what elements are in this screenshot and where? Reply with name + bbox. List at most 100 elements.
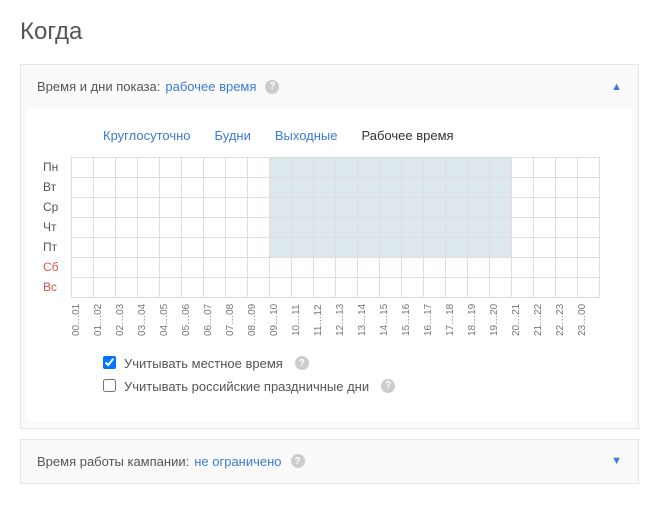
grid-cell[interactable]	[270, 218, 292, 238]
grid-cell[interactable]	[446, 278, 468, 298]
grid-cell[interactable]	[578, 158, 600, 178]
grid-cell[interactable]	[248, 178, 270, 198]
grid-cell[interactable]	[314, 198, 336, 218]
grid-cell[interactable]	[556, 278, 578, 298]
grid-cell[interactable]	[446, 238, 468, 258]
grid-cell[interactable]	[204, 198, 226, 218]
grid-cell[interactable]	[138, 158, 160, 178]
grid-cell[interactable]	[534, 218, 556, 238]
local-time-checkbox[interactable]	[103, 356, 116, 369]
campaign-panel-header[interactable]: Время работы кампании: не ограничено ? ▼	[21, 440, 638, 483]
grid-cell[interactable]	[94, 178, 116, 198]
grid-cell[interactable]	[490, 178, 512, 198]
grid-cell[interactable]	[226, 158, 248, 178]
grid-cell[interactable]	[556, 258, 578, 278]
grid-cell[interactable]	[556, 178, 578, 198]
grid-cell[interactable]	[534, 278, 556, 298]
grid-cell[interactable]	[116, 258, 138, 278]
grid-cell[interactable]	[182, 178, 204, 198]
grid-cell[interactable]	[446, 258, 468, 278]
grid-cell[interactable]	[512, 158, 534, 178]
grid-cell[interactable]	[468, 158, 490, 178]
grid-cell[interactable]	[402, 158, 424, 178]
holidays-checkbox[interactable]	[103, 379, 116, 392]
grid-cell[interactable]	[248, 158, 270, 178]
grid-cell[interactable]	[336, 218, 358, 238]
grid-cell[interactable]	[314, 258, 336, 278]
grid-cell[interactable]	[446, 198, 468, 218]
grid-cell[interactable]	[358, 258, 380, 278]
grid-cell[interactable]	[314, 178, 336, 198]
grid-cell[interactable]	[314, 278, 336, 298]
preset-3[interactable]: Рабочее время	[362, 128, 454, 143]
grid-cell[interactable]	[204, 278, 226, 298]
grid-cell[interactable]	[292, 218, 314, 238]
grid-cell[interactable]	[204, 258, 226, 278]
grid-cell[interactable]	[402, 278, 424, 298]
grid-cell[interactable]	[534, 238, 556, 258]
grid-cell[interactable]	[358, 238, 380, 258]
grid-cell[interactable]	[512, 238, 534, 258]
grid-cell[interactable]	[270, 238, 292, 258]
grid-cell[interactable]	[578, 238, 600, 258]
grid-cell[interactable]	[468, 218, 490, 238]
grid-cell[interactable]	[72, 198, 94, 218]
grid-cell[interactable]	[468, 258, 490, 278]
grid-cell[interactable]	[336, 258, 358, 278]
grid-cell[interactable]	[336, 178, 358, 198]
grid-cell[interactable]	[490, 258, 512, 278]
grid-cell[interactable]	[578, 278, 600, 298]
grid-cell[interactable]	[424, 158, 446, 178]
grid-cell[interactable]	[556, 238, 578, 258]
grid-cell[interactable]	[424, 278, 446, 298]
grid-cell[interactable]	[424, 218, 446, 238]
grid-cell[interactable]	[270, 278, 292, 298]
grid-cell[interactable]	[578, 258, 600, 278]
grid-cell[interactable]	[402, 258, 424, 278]
grid-cell[interactable]	[248, 218, 270, 238]
preset-1[interactable]: Будни	[215, 128, 251, 143]
grid-cell[interactable]	[248, 278, 270, 298]
grid-cell[interactable]	[182, 258, 204, 278]
grid-cell[interactable]	[226, 178, 248, 198]
grid-cell[interactable]	[138, 218, 160, 238]
grid-cell[interactable]	[138, 198, 160, 218]
grid-cell[interactable]	[468, 198, 490, 218]
grid-cell[interactable]	[94, 258, 116, 278]
help-icon[interactable]: ?	[265, 80, 279, 94]
grid-cell[interactable]	[512, 178, 534, 198]
grid-cell[interactable]	[512, 258, 534, 278]
grid-cell[interactable]	[116, 198, 138, 218]
grid-cell[interactable]	[380, 278, 402, 298]
grid-cell[interactable]	[270, 258, 292, 278]
grid-cell[interactable]	[556, 218, 578, 238]
grid-cell[interactable]	[160, 218, 182, 238]
grid-cell[interactable]	[358, 158, 380, 178]
grid-cell[interactable]	[248, 198, 270, 218]
grid-cell[interactable]	[336, 238, 358, 258]
grid-cell[interactable]	[534, 198, 556, 218]
grid-cell[interactable]	[160, 278, 182, 298]
grid-cell[interactable]	[314, 238, 336, 258]
grid-cell[interactable]	[490, 238, 512, 258]
grid-cell[interactable]	[138, 258, 160, 278]
grid-cell[interactable]	[72, 258, 94, 278]
preset-2[interactable]: Выходные	[275, 128, 338, 143]
grid-cell[interactable]	[490, 278, 512, 298]
grid-cell[interactable]	[182, 198, 204, 218]
grid-cell[interactable]	[226, 278, 248, 298]
grid-cell[interactable]	[556, 158, 578, 178]
grid-cell[interactable]	[226, 238, 248, 258]
grid-cell[interactable]	[490, 198, 512, 218]
grid-cell[interactable]	[424, 178, 446, 198]
grid-cell[interactable]	[424, 198, 446, 218]
grid-cell[interactable]	[94, 158, 116, 178]
grid-cell[interactable]	[248, 238, 270, 258]
grid-cell[interactable]	[204, 218, 226, 238]
grid-cell[interactable]	[468, 178, 490, 198]
grid-cell[interactable]	[160, 178, 182, 198]
grid-cell[interactable]	[380, 158, 402, 178]
grid-cell[interactable]	[116, 238, 138, 258]
grid-cell[interactable]	[160, 238, 182, 258]
grid-cell[interactable]	[446, 158, 468, 178]
